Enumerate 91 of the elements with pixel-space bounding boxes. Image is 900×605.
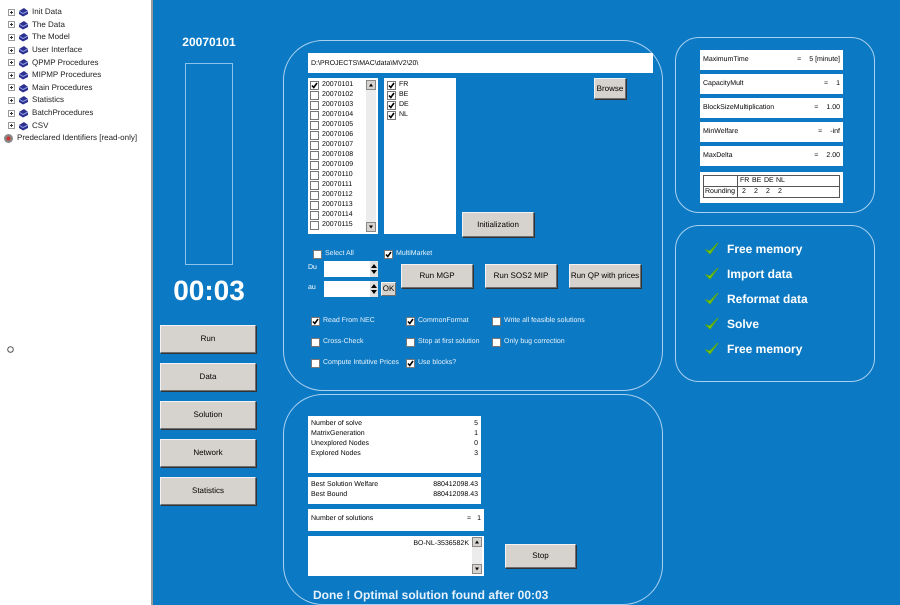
checkbox[interactable] (311, 316, 320, 326)
tree-item[interactable]: User Interface (32, 44, 82, 56)
checkbox[interactable] (492, 338, 501, 346)
tree-item[interactable]: MIPMP Procedures (32, 69, 102, 82)
expand-icon[interactable] (8, 84, 15, 92)
checkbox[interactable] (492, 316, 501, 326)
book-icon (18, 70, 29, 80)
tree-item[interactable]: The Model (32, 31, 70, 44)
checkbox[interactable] (310, 130, 319, 140)
nav-button[interactable]: Statistics (160, 477, 256, 505)
scroll-down-icon[interactable] (366, 222, 376, 232)
checkbox[interactable] (310, 80, 319, 90)
checkbox[interactable] (310, 220, 319, 230)
timer: 00:03 (173, 275, 245, 307)
checkbox[interactable] (406, 338, 415, 346)
scrollbar[interactable] (472, 536, 482, 574)
checkbox[interactable] (311, 358, 320, 368)
scroll-down-icon[interactable] (472, 564, 482, 574)
checkbox[interactable] (310, 170, 319, 180)
run-button[interactable]: Run QP with prices (569, 264, 641, 288)
nav-button[interactable]: Run (160, 325, 256, 353)
checkbox[interactable] (387, 90, 396, 100)
expand-icon[interactable] (8, 96, 15, 104)
expand-icon[interactable] (8, 122, 15, 130)
checkbox[interactable] (387, 110, 396, 120)
run-button[interactable]: Run MGP (401, 264, 473, 288)
step-label: Solve (727, 316, 760, 333)
book-icon (18, 7, 29, 18)
ok-button[interactable]: OK (381, 282, 396, 296)
checkbox[interactable] (310, 160, 319, 170)
checkbox[interactable] (310, 120, 319, 130)
scrollbar[interactable] (366, 80, 376, 232)
checkbox[interactable] (384, 250, 393, 258)
tree-item[interactable]: Statistics (32, 94, 64, 106)
checkbox[interactable] (406, 316, 415, 326)
spinner-icon[interactable] (370, 260, 378, 276)
book-icon (18, 95, 29, 106)
checkbox[interactable] (310, 110, 319, 120)
checkbox[interactable] (310, 210, 319, 220)
expand-icon[interactable] (8, 8, 15, 16)
checkbox[interactable] (310, 140, 319, 150)
date-field[interactable] (324, 280, 370, 296)
date-label: 20070101 (182, 34, 236, 51)
book-icon (18, 20, 29, 30)
expand-icon[interactable] (8, 34, 15, 41)
expand-icon[interactable] (8, 59, 15, 66)
date-field[interactable] (324, 260, 370, 276)
book-icon (18, 120, 29, 131)
tree-item[interactable]: CSV (32, 120, 48, 132)
checkbox[interactable] (310, 180, 319, 190)
book-icon (18, 32, 29, 42)
checkbox[interactable] (313, 250, 322, 258)
book-icon (18, 82, 29, 93)
spinner-icon[interactable] (370, 280, 378, 296)
expand-icon[interactable] (8, 72, 15, 79)
tree-item[interactable]: QPMP Procedures (32, 56, 99, 69)
step-label: Import data (727, 266, 792, 283)
checkbox[interactable] (310, 190, 319, 200)
initialization-button[interactable]: Initialization (462, 212, 534, 237)
nav-button[interactable]: Data (160, 363, 256, 391)
tree-item[interactable]: Predeclared Identifiers [read-only] (17, 132, 138, 144)
expand-icon[interactable] (8, 46, 15, 54)
status-message: Done ! Optimal solution found after 00:03 (313, 586, 550, 604)
checkbox[interactable] (310, 90, 319, 100)
checkbox[interactable] (310, 100, 319, 110)
nav-button[interactable]: Solution (160, 401, 256, 429)
book-icon (18, 108, 29, 118)
stop-button[interactable]: Stop (505, 544, 576, 568)
step-label: Free memory (727, 241, 802, 258)
run-button[interactable]: Run SOS2 MIP (485, 264, 557, 288)
book-icon (18, 45, 29, 56)
step-label: Reformat data (727, 291, 808, 308)
step-label: Free memory (727, 341, 802, 358)
tree-item[interactable]: Init Data (32, 6, 62, 18)
tree-item[interactable]: BatchProcedures (32, 107, 94, 120)
checkbox[interactable] (310, 150, 319, 160)
scroll-up-icon[interactable] (366, 80, 376, 90)
expand-icon[interactable] (8, 110, 15, 117)
browse-button[interactable]: Browse (594, 78, 626, 99)
book-icon (18, 58, 29, 68)
tree-item[interactable]: The Data (32, 18, 65, 31)
checkbox[interactable] (311, 338, 320, 346)
scroll-up-icon[interactable] (472, 536, 482, 547)
nav-button[interactable]: Network (160, 439, 256, 467)
checkbox[interactable] (310, 200, 319, 210)
tree-item[interactable]: Main Procedures (32, 82, 92, 94)
checkbox[interactable] (387, 100, 396, 110)
expand-icon[interactable] (8, 21, 15, 28)
splitter-handle-icon[interactable] (7, 346, 14, 353)
checkbox[interactable] (387, 80, 396, 90)
checkbox[interactable] (406, 358, 415, 368)
